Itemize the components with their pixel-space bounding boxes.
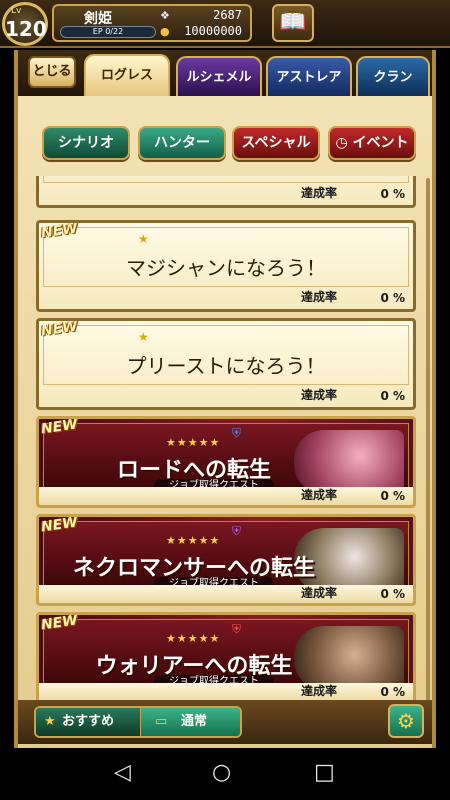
job-banner: ⛨ ★★★★★ ネクロマンサーへの転生 ジョブ取得クエスト bbox=[43, 521, 409, 592]
shield-crest-icon: ⛨ bbox=[232, 622, 242, 636]
gear-icon: ⚙ bbox=[397, 709, 415, 733]
rate-value: 0 % bbox=[380, 489, 405, 503]
normal-button[interactable]: ▭ 通常 bbox=[140, 708, 240, 736]
shield-crest-icon: ⛨ bbox=[232, 426, 242, 440]
rarity-stars: ★★★★★ bbox=[166, 436, 221, 449]
tab-bar: とじる ログレス ルシェメル アストレア クラン bbox=[18, 50, 432, 98]
rate-value: 0 % bbox=[380, 389, 405, 403]
home-icon[interactable]: ○ bbox=[212, 760, 231, 786]
level-value: 120 bbox=[5, 17, 47, 41]
quest-card-inner: ★ マジシャンになろう！ bbox=[43, 227, 409, 287]
filter-special-button[interactable]: スペシャル bbox=[232, 126, 320, 160]
card-footer bbox=[39, 683, 413, 701]
level-label: Lv bbox=[11, 6, 22, 16]
feather-gem-icon: ❖ bbox=[160, 9, 170, 22]
sort-toggle: ★ おすすめ ▭ 通常 bbox=[34, 706, 242, 738]
job-banner: ⛨ ★★★★★ ウォリアーへの転生 ジョブ取得クエスト bbox=[43, 619, 409, 690]
android-nav-bar: ◁ ○ □ bbox=[0, 748, 450, 800]
filter-hunter-button[interactable]: ハンター bbox=[138, 126, 226, 160]
status-bar: Lv 120 剣姫 EP 0/22 ❖ 2687 ● 10000000 📖 bbox=[0, 0, 450, 48]
job-quest-card[interactable]: ⛨ ★★★★★ ウォリアーへの転生 ジョブ取得クエスト NEW 達成率 0 % bbox=[36, 612, 416, 704]
rate-label: 達成率 bbox=[301, 488, 338, 502]
ep-bar: EP 0/22 bbox=[60, 26, 156, 38]
quest-card-inner bbox=[43, 176, 409, 183]
rate-label: 達成率 bbox=[301, 586, 338, 600]
rate-label: 達成率 bbox=[301, 186, 338, 200]
quest-list[interactable]: 達成率 0 % ★ マジシャンになろう！ NEW 達成率 0 % ★ プリースト… bbox=[30, 176, 426, 746]
player-name: 剣姫 bbox=[84, 11, 112, 27]
rate-label: 達成率 bbox=[301, 684, 338, 698]
menu-book-button[interactable]: 📖 bbox=[272, 4, 314, 42]
player-panel[interactable]: 剣姫 EP 0/22 ❖ 2687 ● 10000000 bbox=[52, 4, 252, 42]
rate-value: 0 % bbox=[380, 291, 405, 305]
star-icon: ★ bbox=[44, 714, 56, 729]
rate-label: 達成率 bbox=[301, 290, 338, 304]
coin-icon: ● bbox=[160, 25, 170, 38]
card-footer bbox=[39, 487, 413, 505]
clock-icon: ◷ bbox=[335, 135, 353, 151]
tab-clan[interactable]: クラン bbox=[356, 56, 430, 96]
rarity-stars: ★★★★★ bbox=[166, 534, 221, 547]
quest-card[interactable]: ★ マジシャンになろう！ NEW 達成率 0 % bbox=[36, 220, 416, 312]
back-icon[interactable]: ◁ bbox=[114, 760, 131, 786]
filter-event-button[interactable]: ◷ イベント bbox=[328, 126, 416, 160]
job-quest-card[interactable]: ⛨ ★★★★★ ロードへの転生 ジョブ取得クエスト NEW 達成率 0 % bbox=[36, 416, 416, 508]
quest-window: とじる ログレス ルシェメル アストレア クラン シナリオ ハンター スペシャル… bbox=[14, 50, 436, 750]
filter-scenario-button[interactable]: シナリオ bbox=[42, 126, 130, 160]
star-icon: ★ bbox=[138, 330, 149, 344]
quest-card[interactable]: ★ プリーストになろう！ NEW 達成率 0 % bbox=[36, 318, 416, 410]
quest-card-inner: ★ プリーストになろう！ bbox=[43, 325, 409, 385]
star-icon: ★ bbox=[138, 232, 149, 246]
scrollbar[interactable] bbox=[426, 178, 430, 738]
recommended-label: おすすめ bbox=[62, 714, 115, 729]
quest-content: シナリオ ハンター スペシャル ◷ イベント 達成率 0 % ★ マジシャンにな… bbox=[18, 96, 432, 750]
recent-apps-icon[interactable]: □ bbox=[314, 760, 335, 786]
job-banner: ⛨ ★★★★★ ロードへの転生 ジョブ取得クエスト bbox=[43, 423, 409, 494]
quest-card[interactable]: 達成率 0 % bbox=[36, 176, 416, 208]
normal-label: 通常 bbox=[181, 714, 208, 729]
coin-count: 10000000 bbox=[184, 24, 242, 38]
rate-value: 0 % bbox=[380, 685, 405, 699]
quest-title: プリーストになろう！ bbox=[126, 354, 326, 378]
card-footer bbox=[39, 585, 413, 603]
recommended-button[interactable]: ★ おすすめ bbox=[36, 708, 140, 736]
rate-value: 0 % bbox=[380, 587, 405, 601]
gem-count: 2687 bbox=[213, 8, 242, 22]
bottom-bar: ★ おすすめ ▭ 通常 ⚙ bbox=[14, 700, 436, 744]
filter-row: シナリオ ハンター スペシャル ◷ イベント bbox=[18, 96, 432, 180]
job-quest-card[interactable]: ⛨ ★★★★★ ネクロマンサーへの転生 ジョブ取得クエスト NEW 達成率 0 … bbox=[36, 514, 416, 606]
shield-crest-icon: ⛨ bbox=[232, 524, 242, 538]
quest-title: マジシャンになろう！ bbox=[126, 256, 326, 280]
tab-astrea[interactable]: アストレア bbox=[266, 56, 352, 96]
ep-text: EP 0/22 bbox=[92, 27, 124, 36]
settings-button[interactable]: ⚙ bbox=[388, 704, 424, 738]
book-icon: 📖 bbox=[279, 10, 307, 35]
rarity-stars: ★★★★★ bbox=[166, 632, 221, 645]
rate-value: 0 % bbox=[380, 187, 405, 201]
rate-label: 達成率 bbox=[301, 388, 338, 402]
level-badge: Lv 120 bbox=[2, 2, 48, 46]
close-button[interactable]: とじる bbox=[28, 56, 76, 88]
tab-loggres[interactable]: ログレス bbox=[84, 54, 170, 98]
filter-event-label: イベント bbox=[352, 135, 409, 151]
scroll-icon: ▭ bbox=[155, 714, 168, 729]
tab-lushemel[interactable]: ルシェメル bbox=[176, 56, 262, 96]
